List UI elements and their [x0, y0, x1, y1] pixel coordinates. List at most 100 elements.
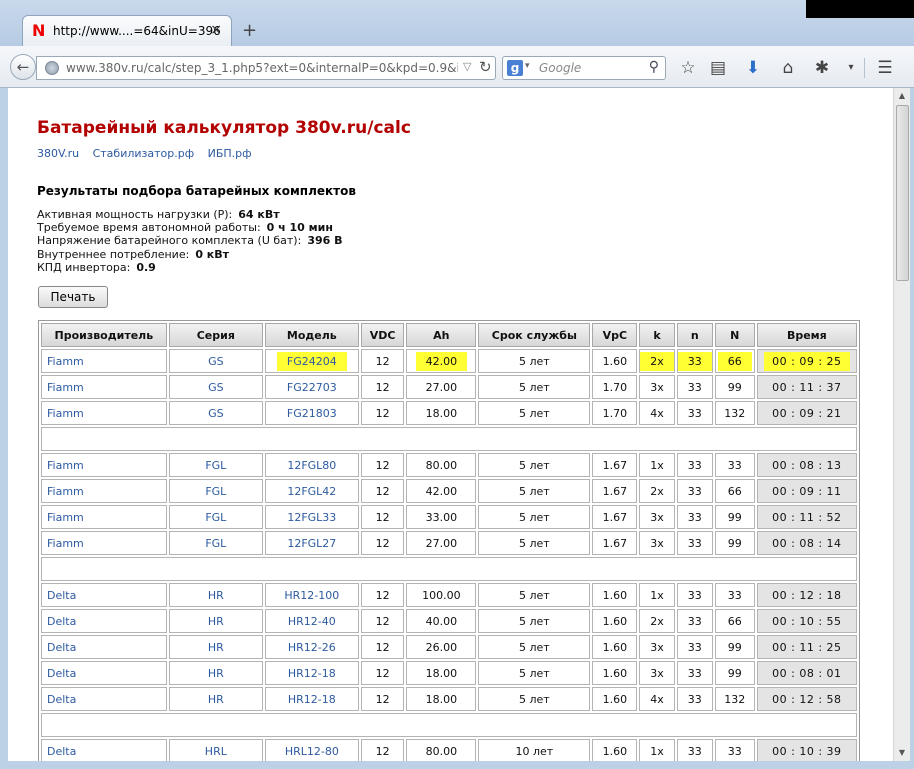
vpc-cell: 1.60: [592, 583, 638, 607]
url-dropdown-icon[interactable]: ▽: [463, 60, 471, 73]
model-cell[interactable]: HR12-18: [264, 687, 359, 711]
series-cell[interactable]: GS: [168, 375, 263, 399]
ah-cell: 100.00: [406, 583, 477, 607]
maker-cell[interactable]: Delta: [41, 687, 167, 711]
N-total-cell: 99: [714, 531, 755, 555]
print-button[interactable]: Печать: [38, 286, 108, 308]
vpc-cell: 1.60: [592, 609, 638, 633]
series-cell[interactable]: HR: [168, 687, 263, 711]
col-time: Время: [756, 323, 857, 347]
home-icon[interactable]: ⌂: [777, 58, 799, 78]
search-input[interactable]: Google: [539, 61, 581, 75]
k-cell: 4x: [639, 687, 675, 711]
model-cell[interactable]: FG22703: [264, 375, 359, 399]
life-cell: 5 лет: [478, 531, 591, 555]
scroll-up-icon[interactable]: ▲: [894, 88, 910, 104]
N-total-cell: 99: [714, 375, 755, 399]
model-cell[interactable]: HR12-40: [264, 609, 359, 633]
model-cell[interactable]: FG21803: [264, 401, 359, 425]
model-cell[interactable]: 12FGL80: [264, 453, 359, 477]
window-caption-area: [806, 0, 914, 18]
ah-cell: 42.00: [406, 479, 477, 503]
series-cell[interactable]: HR: [168, 609, 263, 633]
results-table: Производитель Серия Модель VDC Ah Срок с…: [38, 320, 860, 761]
url-text[interactable]: www.380v.ru/calc/step_3_1.php5?ext=0&int…: [66, 61, 458, 75]
addon-icon[interactable]: ✱: [811, 58, 833, 78]
param-power: Активная мощность нагрузки (P): 64 кВт: [37, 208, 280, 221]
maker-cell[interactable]: Delta: [41, 661, 167, 685]
maker-cell[interactable]: Fiamm: [41, 531, 167, 555]
model-cell[interactable]: FG24204: [264, 349, 359, 373]
model-cell[interactable]: 12FGL42: [264, 479, 359, 503]
url-bar[interactable]: www.380v.ru/calc/step_3_1.php5?ext=0&int…: [36, 56, 496, 80]
maker-cell[interactable]: Fiamm: [41, 505, 167, 529]
series-cell[interactable]: FGL: [168, 479, 263, 503]
new-tab-button[interactable]: +: [242, 20, 257, 41]
maker-cell[interactable]: Fiamm: [41, 349, 167, 373]
menu-icon[interactable]: ☰: [874, 58, 896, 78]
scroll-down-icon[interactable]: ▼: [894, 745, 910, 761]
highlighted-value: FG24204: [276, 351, 347, 371]
magnifier-icon[interactable]: ⚲: [649, 59, 659, 75]
n-cell: 33: [676, 401, 713, 425]
ah-cell: 27.00: [406, 375, 477, 399]
maker-cell[interactable]: Delta: [41, 739, 167, 761]
series-cell[interactable]: HR: [168, 635, 263, 659]
k-cell: 2x: [639, 349, 675, 373]
n-cell: 33: [676, 609, 713, 633]
series-cell[interactable]: FGL: [168, 453, 263, 477]
series-cell[interactable]: GS: [168, 349, 263, 373]
group-separator-row: [41, 557, 857, 581]
star-icon[interactable]: ☆: [677, 58, 699, 78]
separator-cell: [41, 427, 857, 451]
series-cell[interactable]: HR: [168, 583, 263, 607]
addon-dropdown-icon[interactable]: ▾: [840, 58, 862, 78]
model-cell[interactable]: HR12-18: [264, 661, 359, 685]
time-cell: 00 : 11 : 52: [756, 505, 857, 529]
page-title: Батарейный калькулятор 380v.ru/calc: [37, 118, 411, 138]
maker-cell[interactable]: Fiamm: [41, 375, 167, 399]
ah-cell: 18.00: [406, 401, 477, 425]
series-cell[interactable]: GS: [168, 401, 263, 425]
maker-cell[interactable]: Fiamm: [41, 479, 167, 503]
reading-list-icon[interactable]: ▤: [707, 58, 729, 78]
back-button[interactable]: ←: [10, 54, 36, 80]
link-stabilizer[interactable]: Стабилизатор.рф: [93, 147, 195, 160]
scroll-thumb[interactable]: [896, 105, 909, 281]
series-cell[interactable]: HRL: [168, 739, 263, 761]
model-cell[interactable]: 12FGL33: [264, 505, 359, 529]
reload-icon[interactable]: ↻: [479, 58, 492, 76]
vdc-cell: 12: [360, 661, 405, 685]
close-tab-icon[interactable]: ×: [210, 22, 222, 38]
google-icon[interactable]: g: [507, 60, 523, 76]
model-cell[interactable]: HR12-26: [264, 635, 359, 659]
model-cell[interactable]: HR12-100: [264, 583, 359, 607]
model-cell[interactable]: 12FGL27: [264, 531, 359, 555]
vdc-cell: 12: [360, 479, 405, 503]
series-cell[interactable]: FGL: [168, 505, 263, 529]
k-cell: 1x: [639, 739, 675, 761]
k-cell: 1x: [639, 453, 675, 477]
maker-cell[interactable]: Delta: [41, 635, 167, 659]
col-n: n: [676, 323, 713, 347]
tab-strip: N http://www....=64&inU=396 × +: [0, 0, 914, 47]
series-cell[interactable]: FGL: [168, 531, 263, 555]
search-bar[interactable]: g ▾ Google ⚲: [502, 56, 666, 80]
tab-title: http://www....=64&inU=396: [53, 24, 221, 38]
maker-cell[interactable]: Delta: [41, 583, 167, 607]
vpc-cell: 1.60: [592, 635, 638, 659]
maker-cell[interactable]: Delta: [41, 609, 167, 633]
table-row: Delta HRL HRL12-80 12 80.00 10 лет 1.60 1x 33 33 0…: [41, 739, 857, 761]
link-380v[interactable]: 380V.ru: [37, 147, 79, 160]
browser-tab[interactable]: N http://www....=64&inU=396 ×: [22, 15, 232, 47]
maker-cell[interactable]: Fiamm: [41, 401, 167, 425]
series-cell[interactable]: HR: [168, 661, 263, 685]
model-cell[interactable]: HRL12-80: [264, 739, 359, 761]
vpc-cell: 1.70: [592, 375, 638, 399]
vertical-scrollbar[interactable]: ▲ ▼: [893, 88, 910, 761]
life-cell: 5 лет: [478, 687, 591, 711]
engine-dropdown-icon[interactable]: ▾: [525, 61, 530, 71]
maker-cell[interactable]: Fiamm: [41, 453, 167, 477]
link-ups[interactable]: ИБП.рф: [208, 147, 252, 160]
download-icon[interactable]: ⬇: [742, 58, 764, 78]
